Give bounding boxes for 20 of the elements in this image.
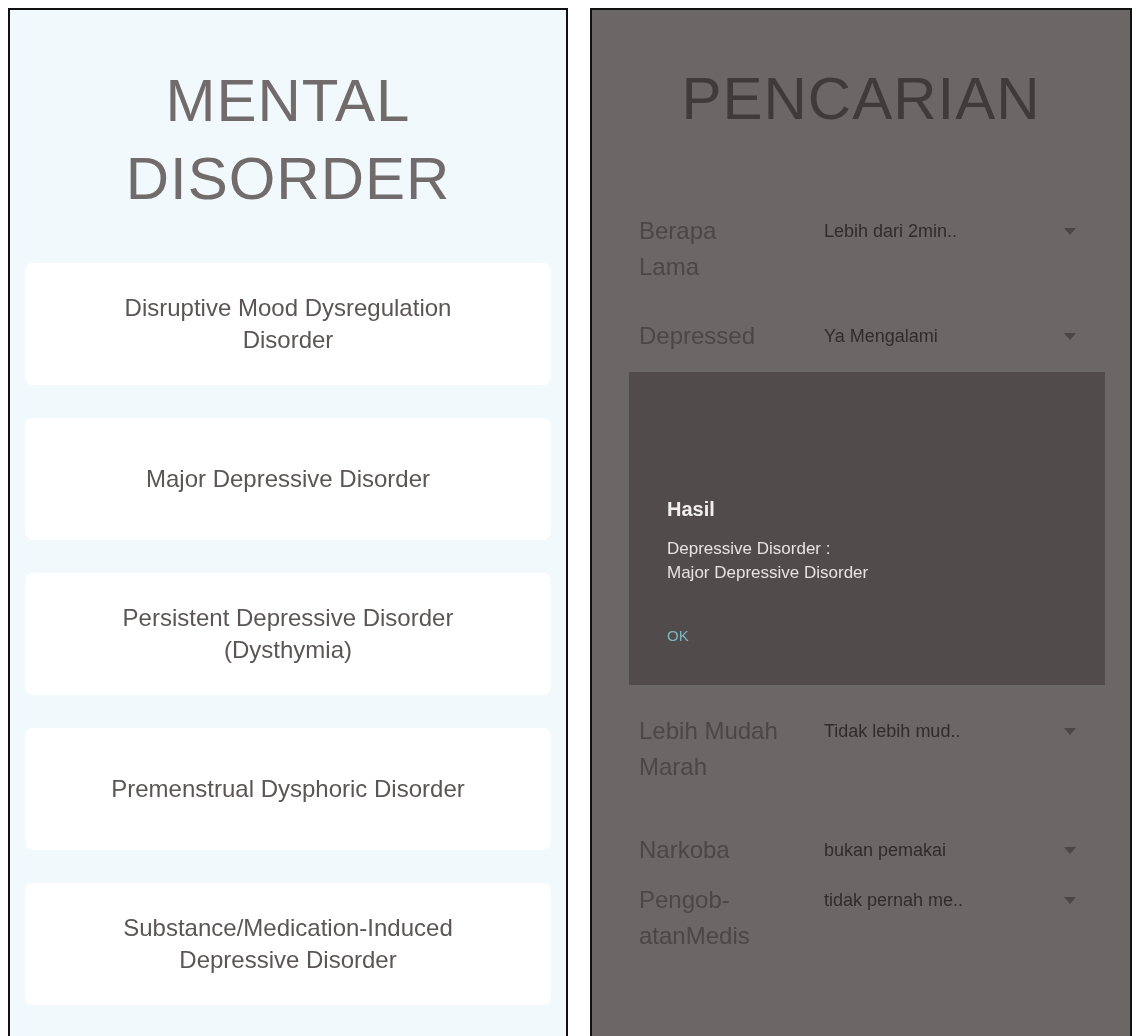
disorder-card[interactable]: Substance/Medication-Induced Depressive Disorder	[25, 883, 551, 1005]
disorder-card[interactable]: Disruptive Mood Dysregulation Disorder	[25, 263, 551, 385]
dropdown[interactable]: Lebih dari 2min..	[824, 213, 1084, 249]
caret-icon	[1064, 227, 1076, 235]
dialog-message: Depressive Disorder :	[667, 538, 831, 560]
dropdown[interactable]: Ya Mengalami	[824, 318, 1084, 354]
caret-icon	[1064, 846, 1076, 854]
caret-icon	[1064, 896, 1076, 904]
dialog-message: Major Depressive Disorder	[667, 562, 869, 584]
disorder-card[interactable]: Persistent Depressive Disorder (Dysthymia)	[25, 573, 551, 695]
ok-button[interactable]: OK	[665, 623, 691, 648]
dropdown[interactable]: Tidak lebih mud..	[824, 713, 1084, 749]
caret-icon	[1064, 332, 1076, 340]
dialog-title: Hasil	[667, 498, 715, 521]
dropdown[interactable]: tidak pernah me..	[824, 882, 1084, 918]
disorder-card[interactable]: Premenstrual Dysphoric Disorder	[25, 728, 551, 850]
disorder-card[interactable]: Major Depressive Disorder	[25, 418, 551, 540]
caret-icon	[1064, 727, 1076, 735]
dropdown[interactable]: bukan pemakai	[824, 832, 1084, 868]
screen-title: MENTAL DISORDER	[124, 66, 452, 214]
